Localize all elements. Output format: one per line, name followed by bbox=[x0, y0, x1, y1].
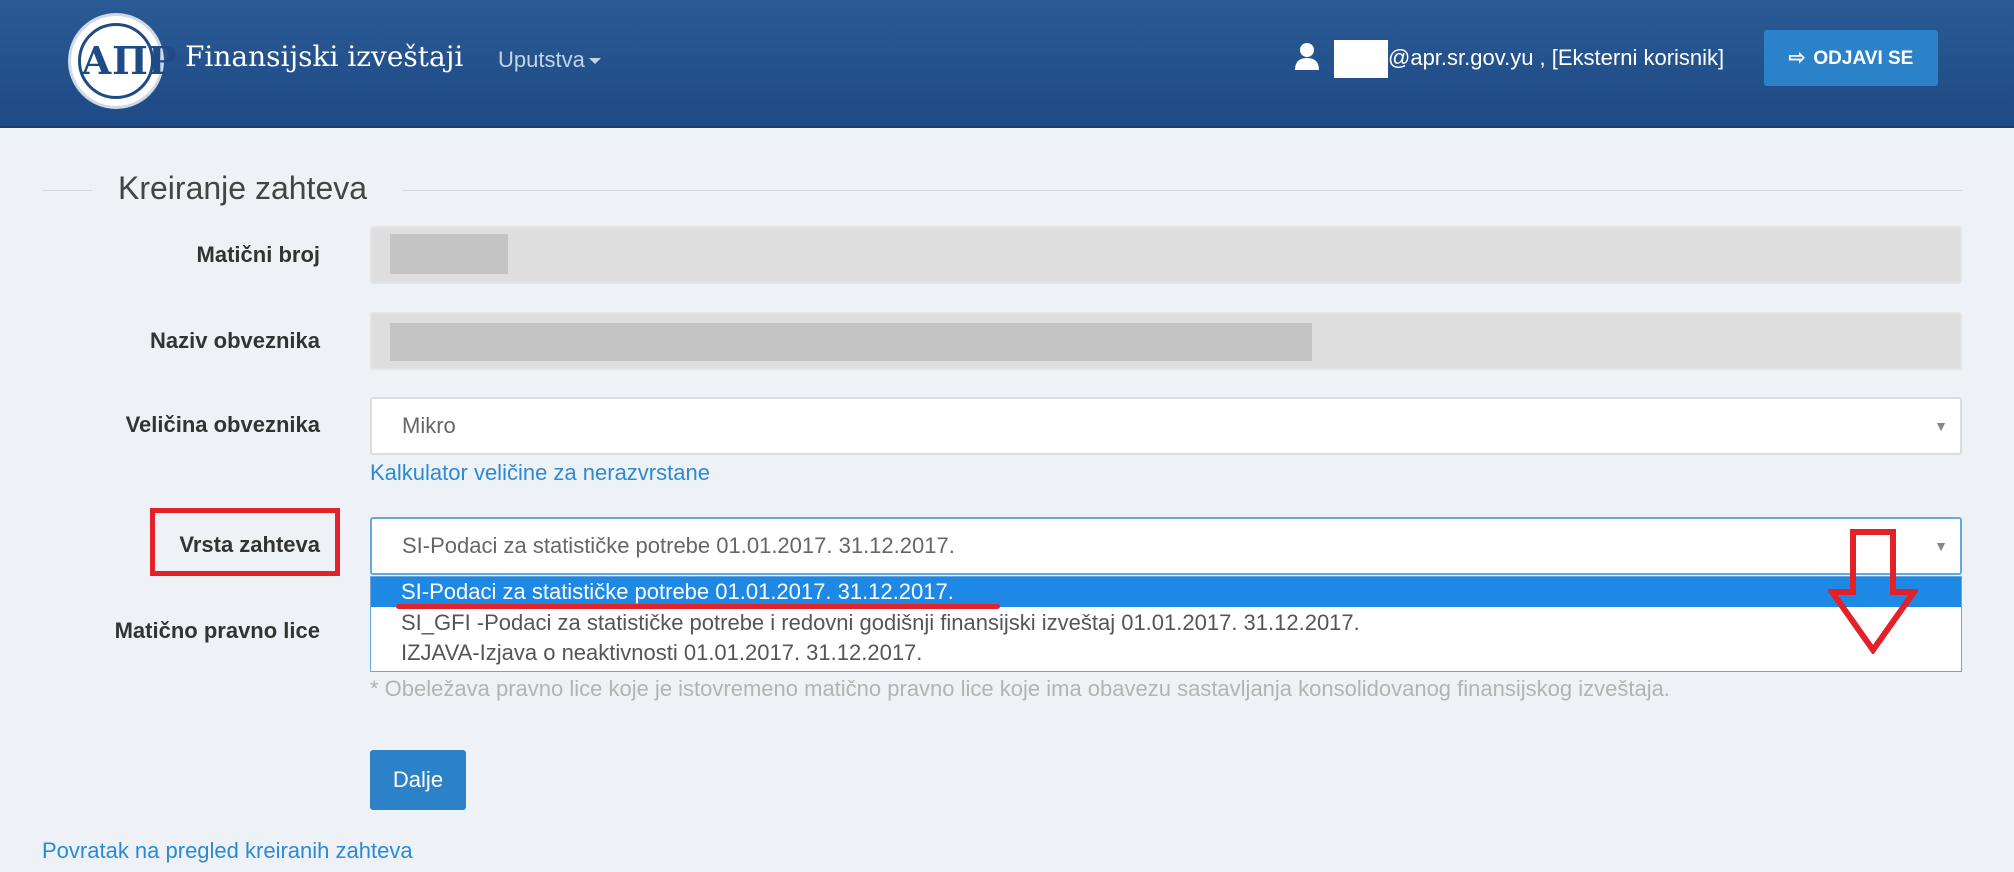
vrsta-selected-value: SI-Podaci za statističke potrebe 01.01.2… bbox=[402, 533, 955, 558]
logout-label: ODJAVI SE bbox=[1813, 48, 1914, 69]
app-title[interactable]: Finansijski izveštaji bbox=[185, 40, 463, 73]
legend-divider-left bbox=[42, 190, 92, 191]
nav-uputstva-label: Uputstva bbox=[498, 47, 585, 72]
velicina-obveznika-label: Veličina obveznika bbox=[125, 412, 320, 437]
back-link[interactable]: Povratak na pregled kreiranih zahteva bbox=[42, 838, 413, 864]
dalje-button[interactable]: Dalje bbox=[370, 750, 466, 810]
naziv-obveznika-label: Naziv obveznika bbox=[150, 328, 320, 353]
select-arrow-icon: ▼ bbox=[1934, 538, 1948, 554]
annotation-down-arrow-icon bbox=[1828, 529, 1918, 654]
dropdown-option[interactable]: SI_GFI -Podaci za statističke potrebe i … bbox=[401, 610, 1360, 636]
app-header: АПР Finansijski izveštaji Uputstva @apr.… bbox=[0, 0, 2014, 128]
redacted-username bbox=[1334, 40, 1388, 78]
velicina-selected-value: Mikro bbox=[402, 413, 456, 438]
kalkulator-link[interactable]: Kalkulator veličine za nerazvrstane bbox=[370, 460, 710, 486]
maticni-broj-input bbox=[370, 226, 1962, 284]
redacted-maticni-broj bbox=[390, 234, 508, 274]
user-icon bbox=[1295, 43, 1319, 70]
redacted-naziv bbox=[390, 323, 1312, 361]
maticni-broj-label: Matični broj bbox=[196, 242, 320, 267]
legend-divider-right bbox=[402, 190, 1962, 191]
nav-uputstva-dropdown[interactable]: Uputstva bbox=[498, 47, 601, 73]
logout-icon: ⇨ bbox=[1788, 47, 1806, 69]
form-legend: Kreiranje zahteva bbox=[118, 170, 368, 206]
vrsta-zahteva-label: Vrsta zahteva bbox=[179, 532, 320, 557]
naziv-obveznika-input bbox=[370, 312, 1962, 370]
select-arrow-icon: ▼ bbox=[1934, 418, 1948, 434]
maticno-pravno-lice-label: Matično pravno lice bbox=[114, 618, 320, 643]
vrsta-zahteva-select[interactable]: SI-Podaci za statističke potrebe 01.01.2… bbox=[370, 517, 1962, 575]
dropdown-option-selected[interactable]: SI-Podaci za statističke potrebe 01.01.2… bbox=[371, 577, 1961, 607]
logo-text: АПР bbox=[81, 38, 177, 83]
dropdown-option[interactable]: IZJAVA-Izjava o neaktivnosti 01.01.2017.… bbox=[401, 640, 922, 666]
annotation-underline bbox=[396, 604, 1000, 609]
dropdown-option-label: SI-Podaci za statističke potrebe 01.01.2… bbox=[401, 579, 954, 604]
vrsta-zahteva-dropdown: SI-Podaci za statističke potrebe 01.01.2… bbox=[370, 576, 1962, 672]
consolidation-note: * Obeležava pravno lice koje je istovrem… bbox=[370, 676, 1670, 701]
logout-button[interactable]: ⇨ ODJAVI SE bbox=[1764, 30, 1938, 86]
caret-down-icon bbox=[588, 58, 601, 65]
logo-ring: АПР bbox=[78, 23, 177, 99]
user-email: @apr.sr.gov.yu , [Eksterni korisnik] bbox=[1388, 45, 1725, 70]
velicina-obveznika-select[interactable]: Mikro ▼ bbox=[370, 397, 1962, 455]
apr-logo[interactable]: АПР bbox=[68, 13, 177, 109]
